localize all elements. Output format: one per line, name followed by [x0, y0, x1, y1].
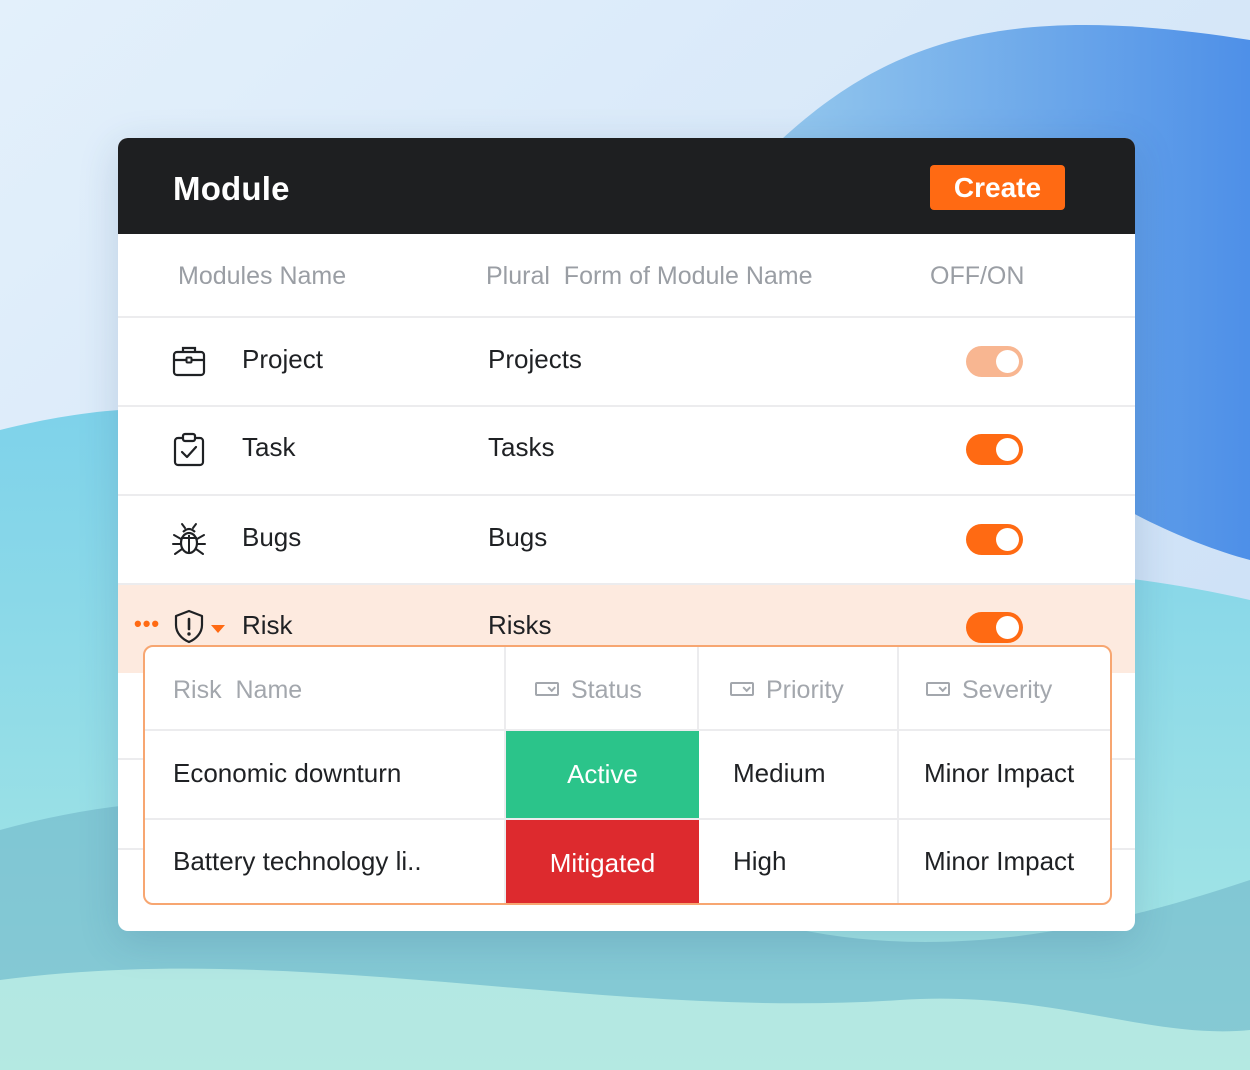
module-name: Risk — [242, 610, 293, 640]
risk-name[interactable]: Battery technology li.. — [173, 846, 422, 877]
module-name: Project — [242, 344, 323, 374]
toggle-knob — [996, 438, 1019, 461]
risk-column-header-priority: Priority — [730, 676, 844, 705]
module-plural: Tasks — [488, 432, 555, 462]
risk-column-header-severity: Severity — [926, 676, 1052, 705]
header-label: Priority — [766, 676, 844, 704]
status-badge[interactable]: Active — [506, 731, 699, 818]
module-row-task[interactable]: Task Tasks — [118, 405, 1135, 493]
status-badge[interactable]: Mitigated — [506, 820, 699, 903]
column-header-toggle: OFF/ON — [930, 262, 1025, 290]
module-plural: Risks — [488, 610, 552, 640]
field-icon — [926, 682, 950, 697]
chevron-down-icon[interactable] — [211, 625, 225, 633]
field-icon — [730, 682, 754, 697]
toggle-knob — [996, 350, 1019, 373]
header-label: Severity — [962, 676, 1053, 704]
create-button[interactable]: Create — [930, 165, 1065, 210]
risk-column-header-status: Status — [535, 676, 642, 705]
module-name: Task — [242, 432, 296, 462]
card-header: Module Create — [118, 138, 1135, 234]
page-title: Module — [173, 170, 290, 207]
module-toggle-risk[interactable] — [966, 612, 1023, 643]
module-toggle-bugs[interactable] — [966, 524, 1023, 555]
module-plural: Projects — [488, 344, 582, 374]
module-toggle-task[interactable] — [966, 434, 1023, 465]
toggle-knob — [996, 528, 1019, 551]
risk-name[interactable]: Economic downturn — [173, 758, 401, 789]
module-plural: Bugs — [488, 522, 548, 552]
header-label: Status — [571, 676, 642, 704]
risk-records-popup: Risk Name Status Priority Severity Econo… — [143, 645, 1112, 905]
risk-severity[interactable]: Minor Impact — [924, 846, 1074, 877]
clipboard-check-icon — [173, 432, 205, 467]
column-header-plural: Plural Form of Module Name — [486, 262, 813, 290]
module-toggle-project[interactable] — [966, 346, 1023, 377]
field-icon — [535, 682, 559, 697]
toggle-knob — [996, 616, 1019, 639]
more-options-icon[interactable]: ••• — [134, 611, 160, 637]
risk-severity[interactable]: Minor Impact — [924, 758, 1074, 789]
shield-alert-icon — [174, 609, 204, 644]
module-row-bugs[interactable]: Bugs Bugs — [118, 494, 1135, 582]
risk-priority[interactable]: Medium — [733, 758, 825, 789]
risk-priority[interactable]: High — [733, 846, 786, 877]
risk-column-header-name: Risk Name — [173, 676, 303, 704]
column-header-name: Modules Name — [178, 262, 347, 290]
briefcase-icon — [172, 346, 206, 377]
module-name: Bugs — [242, 522, 302, 552]
column-divider — [897, 647, 899, 903]
module-row-project[interactable]: Project Projects — [118, 316, 1135, 404]
bug-icon — [172, 523, 206, 555]
